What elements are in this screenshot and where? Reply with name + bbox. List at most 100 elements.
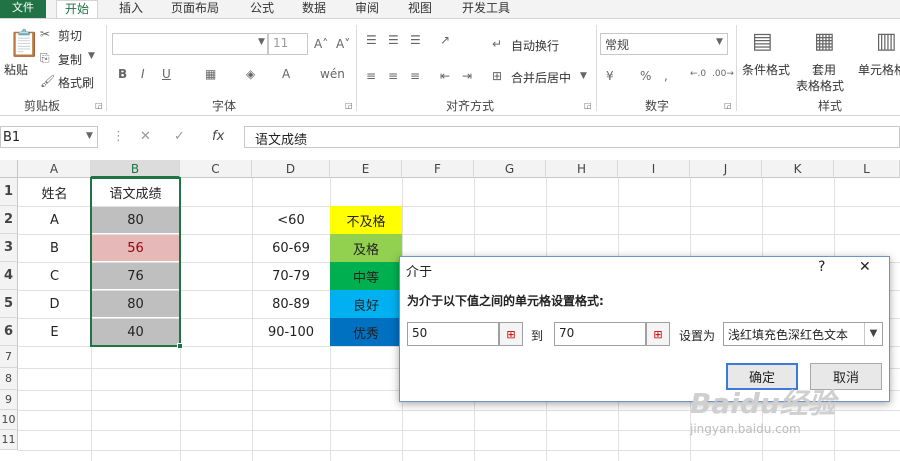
row-header-11[interactable]: 11 (0, 430, 18, 450)
phonetic-icon[interactable]: wén (320, 67, 345, 81)
table-format-label-2[interactable]: 表格格式 (796, 77, 844, 94)
select-all-corner[interactable] (0, 160, 18, 178)
tab-page-layout[interactable]: 页面布局 (171, 0, 219, 18)
cell-e2[interactable]: 不及格 (330, 206, 402, 234)
paste-label[interactable]: 粘贴 (4, 61, 28, 78)
align-center-icon[interactable]: ≡ (388, 69, 398, 83)
wrap-text-icon[interactable]: ↵ (492, 37, 502, 51)
lower-value-input[interactable]: 50 (407, 322, 499, 346)
increase-font-icon[interactable]: A˄ (314, 37, 328, 51)
orientation-icon[interactable]: ↗ (440, 33, 450, 47)
tab-review[interactable]: 审阅 (355, 0, 379, 18)
cell-a5[interactable]: D (18, 290, 91, 318)
cell-a4[interactable]: C (18, 262, 91, 290)
tab-formulas[interactable]: 公式 (250, 0, 274, 18)
cell-e5[interactable]: 良好 (330, 290, 402, 318)
decrease-decimal-icon[interactable]: .00→ (712, 69, 734, 79)
cut-icon[interactable]: ✂ (40, 27, 50, 41)
column-header-f[interactable]: F (402, 160, 474, 178)
merge-dropdown-icon[interactable]: ▼ (580, 71, 587, 81)
cell-styles-icon[interactable]: ▥ (876, 29, 897, 54)
fill-color-icon[interactable]: ◈ (246, 67, 255, 81)
increase-indent-icon[interactable]: ⇥ (462, 69, 472, 83)
cut-button[interactable]: 剪切 (58, 27, 82, 44)
column-header-b[interactable]: B (91, 160, 180, 178)
comma-icon[interactable]: , (664, 69, 668, 83)
row-header-4[interactable]: 4 (0, 262, 18, 290)
row-header-10[interactable]: 10 (0, 410, 18, 430)
tab-file[interactable]: 文件 (0, 0, 46, 18)
bold-icon[interactable]: B (118, 67, 127, 81)
cell-d2[interactable]: <60 (252, 206, 330, 234)
decrease-font-icon[interactable]: A˅ (336, 37, 350, 51)
column-header-j[interactable]: J (690, 160, 762, 178)
tab-data[interactable]: 数据 (302, 0, 326, 18)
column-header-a[interactable]: A (18, 160, 91, 178)
help-button[interactable]: ? (818, 259, 825, 275)
fill-handle[interactable] (177, 343, 183, 349)
cell-e6[interactable]: 优秀 (330, 318, 402, 346)
row-header-3[interactable]: 3 (0, 234, 18, 262)
column-header-i[interactable]: I (618, 160, 690, 178)
insert-function-icon[interactable]: fx (212, 129, 224, 144)
tab-insert[interactable]: 插入 (119, 0, 143, 18)
row-header-7[interactable]: 7 (0, 346, 18, 368)
format-select[interactable]: 浅红填充色深红色文本 ▼ (723, 322, 883, 346)
column-header-e[interactable]: E (330, 160, 402, 178)
row-header-5[interactable]: 5 (0, 290, 18, 318)
align-middle-icon[interactable]: ☰ (388, 33, 399, 47)
column-header-l[interactable]: L (834, 160, 900, 178)
cell-e3[interactable]: 及格 (330, 234, 402, 262)
conditional-format-button[interactable]: 条件格式 (742, 61, 790, 78)
wrap-text-button[interactable]: 自动换行 (511, 37, 559, 54)
copy-icon[interactable]: ⎘ (40, 51, 50, 66)
column-header-k[interactable]: K (762, 160, 834, 178)
italic-icon[interactable]: I (141, 67, 145, 81)
confirm-entry-icon[interactable]: ✓ (174, 129, 185, 144)
font-size-box[interactable]: 11 (268, 33, 308, 55)
tab-home[interactable]: 开始 (56, 0, 99, 18)
align-top-icon[interactable]: ☰ (366, 33, 377, 47)
underline-icon[interactable]: U (162, 67, 171, 81)
column-header-d[interactable]: D (252, 160, 330, 178)
tab-developer[interactable]: 开发工具 (462, 0, 510, 18)
merge-center-icon[interactable]: ⊞ (492, 69, 502, 83)
cancel-entry-icon[interactable]: ✕ (140, 129, 151, 144)
row-header-9[interactable]: 9 (0, 390, 18, 410)
column-header-g[interactable]: G (474, 160, 546, 178)
close-button[interactable]: ✕ (859, 259, 871, 275)
cell-styles-button[interactable]: 单元格格 (858, 61, 900, 78)
row-header-2[interactable]: 2 (0, 206, 18, 234)
number-launcher-icon[interactable]: ◲ (724, 101, 732, 110)
cell-e4[interactable]: 中等 (330, 262, 402, 290)
column-header-c[interactable]: C (180, 160, 252, 178)
number-format-box[interactable]: 常规 (600, 33, 728, 55)
merge-center-button[interactable]: 合并后居中 (511, 69, 571, 86)
row-header-8[interactable]: 8 (0, 368, 18, 390)
column-header-h[interactable]: H (546, 160, 618, 178)
font-color-icon[interactable]: A (282, 67, 290, 81)
cell-a6[interactable]: E (18, 318, 91, 346)
align-right-icon[interactable]: ≡ (410, 69, 420, 83)
conditional-format-icon[interactable]: ▤ (752, 29, 773, 54)
increase-decimal-icon[interactable]: ←.0 (690, 69, 706, 79)
font-name-dropdown-icon[interactable]: ▼ (258, 37, 265, 47)
align-bottom-icon[interactable]: ☰ (410, 33, 421, 47)
name-box[interactable]: B1 (0, 126, 98, 148)
paste-icon[interactable]: 📋 (8, 29, 40, 59)
range-selector-icon[interactable]: ⊞ (646, 322, 670, 346)
align-left-icon[interactable]: ≡ (366, 69, 376, 83)
alignment-launcher-icon[interactable]: ◲ (584, 101, 592, 110)
tab-view[interactable]: 视图 (408, 0, 432, 18)
row-header-6[interactable]: 6 (0, 318, 18, 346)
table-format-icon[interactable]: ▦ (814, 29, 835, 54)
cell-a2[interactable]: A (18, 206, 91, 234)
copy-button[interactable]: 复制 (58, 51, 82, 68)
font-launcher-icon[interactable]: ◲ (345, 101, 353, 110)
border-icon[interactable]: ▦ (205, 67, 216, 81)
row-header-1[interactable]: 1 (0, 178, 18, 206)
currency-icon[interactable]: ¥ (606, 69, 614, 83)
range-selector-icon[interactable]: ⊞ (499, 322, 523, 346)
cell-d5[interactable]: 80-89 (252, 290, 330, 318)
cell-d3[interactable]: 60-69 (252, 234, 330, 262)
